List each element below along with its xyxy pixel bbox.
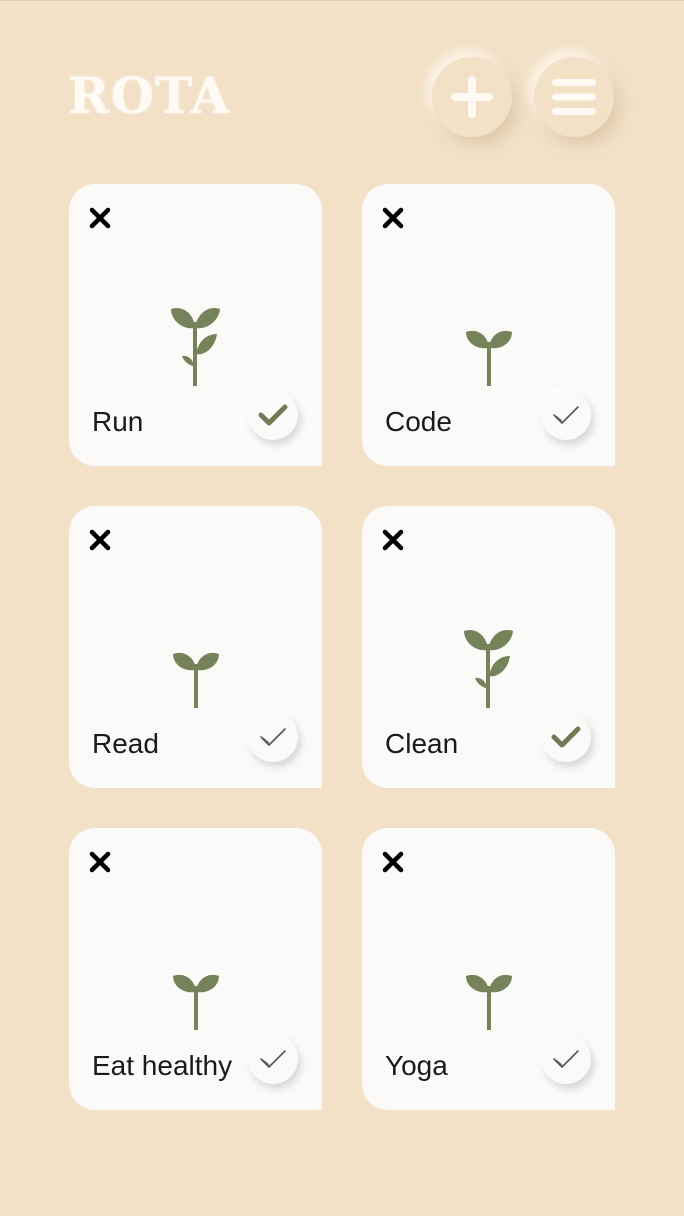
sprout-icon <box>463 626 515 713</box>
habit-name: Yoga <box>385 1050 448 1081</box>
delete-icon[interactable] <box>382 851 404 873</box>
plant-icon <box>172 974 219 1030</box>
complete-button[interactable] <box>248 712 298 762</box>
delete-icon[interactable] <box>89 529 111 551</box>
plant-icon <box>172 652 219 708</box>
sprout-icon <box>172 972 220 1035</box>
delete-icon[interactable] <box>89 207 111 229</box>
plant-icon <box>465 974 512 1030</box>
habit-name: Eat healthy <box>92 1050 233 1081</box>
plant-icon <box>465 330 512 386</box>
complete-button[interactable] <box>541 1034 591 1084</box>
complete-button[interactable] <box>541 712 591 762</box>
plus-icon <box>451 76 493 118</box>
habit-card[interactable]: Read <box>69 506 322 788</box>
close-icon <box>89 207 111 229</box>
checkmark-icon <box>260 728 286 746</box>
checkmark-icon <box>260 1050 286 1068</box>
sprout-icon <box>170 304 222 391</box>
habit-card[interactable]: Clean <box>362 506 615 788</box>
sprout-icon <box>465 328 513 391</box>
checkmark-icon <box>551 726 581 748</box>
close-icon <box>89 529 111 551</box>
habit-name: Read <box>92 728 159 759</box>
close-icon <box>89 851 111 873</box>
checkmark-icon <box>258 404 288 426</box>
plant-icon <box>463 629 513 708</box>
sprout-icon <box>172 650 220 713</box>
habit-name: Run <box>92 406 144 437</box>
habit-card[interactable]: Run <box>69 184 322 466</box>
delete-icon[interactable] <box>382 529 404 551</box>
sprout-icon <box>465 972 513 1035</box>
checkmark-icon <box>553 1050 579 1068</box>
checkmark-icon <box>553 406 579 424</box>
add-habit-button[interactable] <box>432 57 512 137</box>
habit-card[interactable]: Yoga <box>362 828 615 1110</box>
habit-card[interactable]: Eat healthy <box>69 828 322 1110</box>
close-icon <box>382 529 404 551</box>
plant-icon <box>170 307 220 386</box>
delete-icon[interactable] <box>89 851 111 873</box>
hamburger-icon <box>552 79 596 115</box>
complete-button[interactable] <box>248 1034 298 1084</box>
complete-button[interactable] <box>541 390 591 440</box>
app-title: ROTA <box>68 66 231 125</box>
close-icon <box>382 851 404 873</box>
complete-button[interactable] <box>248 390 298 440</box>
habit-name: Code <box>385 406 452 437</box>
delete-icon[interactable] <box>382 207 404 229</box>
top-divider <box>0 0 684 1</box>
menu-button[interactable] <box>534 57 614 137</box>
habit-name: Clean <box>385 728 459 759</box>
habit-card[interactable]: Code <box>362 184 615 466</box>
close-icon <box>382 207 404 229</box>
